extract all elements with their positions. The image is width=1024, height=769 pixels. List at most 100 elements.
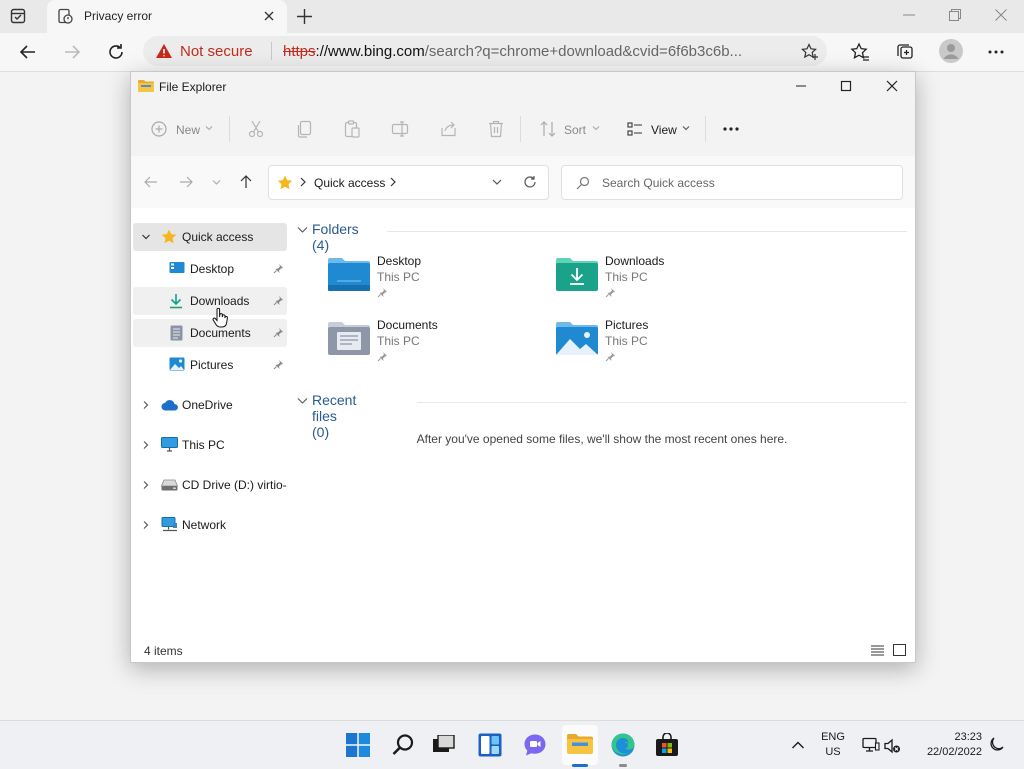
group-collapse-chevron-icon[interactable] bbox=[297, 397, 308, 405]
view-list-icon[interactable] bbox=[627, 121, 643, 137]
sidebar-item-network[interactable]: Network bbox=[133, 511, 287, 539]
file-explorer-taskbar-icon[interactable] bbox=[567, 733, 593, 755]
expand-chevron-icon[interactable] bbox=[141, 440, 151, 450]
close-window-icon[interactable] bbox=[994, 8, 1008, 22]
explorer-back-icon[interactable] bbox=[144, 175, 158, 189]
explorer-forward-icon[interactable] bbox=[179, 175, 193, 189]
volume-muted-icon[interactable] bbox=[884, 738, 900, 754]
url-text[interactable]: https://www.bing.com/search?q=chrome+dow… bbox=[283, 43, 788, 60]
sidebar-item-pictures[interactable]: Pictures bbox=[133, 351, 287, 379]
pin-icon[interactable] bbox=[273, 295, 284, 306]
folder-tile-documents[interactable]: Documents This PC bbox=[327, 318, 547, 374]
new-plus-icon[interactable] bbox=[151, 121, 167, 137]
delete-icon[interactable] bbox=[488, 120, 504, 138]
search-icon[interactable] bbox=[391, 733, 415, 757]
explorer-minimize-icon[interactable] bbox=[795, 80, 807, 92]
location-bar[interactable]: Quick access bbox=[268, 165, 549, 200]
status-bar: 4 items bbox=[131, 638, 915, 662]
collections-icon[interactable] bbox=[895, 42, 915, 62]
sidebar-item-label: Documents bbox=[190, 326, 251, 340]
sort-dropdown-chevron-icon[interactable] bbox=[592, 124, 600, 132]
sidebar-item-onedrive[interactable]: OneDrive bbox=[133, 391, 287, 419]
sort-button-label[interactable]: Sort bbox=[564, 123, 586, 137]
copy-icon[interactable] bbox=[297, 120, 313, 138]
task-view-icon[interactable] bbox=[433, 735, 455, 755]
restore-window-icon[interactable] bbox=[948, 8, 962, 22]
explorer-close-icon[interactable] bbox=[886, 80, 898, 92]
recent-locations-chevron-icon[interactable] bbox=[212, 178, 221, 186]
view-dropdown-chevron-icon[interactable] bbox=[682, 124, 690, 132]
pin-icon[interactable] bbox=[273, 263, 284, 274]
breadcrumb-chevron-icon[interactable] bbox=[299, 176, 307, 188]
reload-icon[interactable] bbox=[106, 42, 126, 62]
not-secure-label[interactable]: Not secure bbox=[180, 43, 253, 60]
collapse-chevron-icon[interactable] bbox=[141, 232, 151, 242]
folder-tile-downloads[interactable]: Downloads This PC bbox=[555, 254, 775, 310]
up-arrow-icon[interactable] bbox=[239, 175, 253, 189]
sidebar-item-downloads[interactable]: Downloads bbox=[133, 287, 287, 315]
forward-arrow-icon[interactable] bbox=[62, 42, 82, 62]
browser-tab-active[interactable]: Privacy error bbox=[47, 0, 287, 33]
tab-actions-icon[interactable] bbox=[10, 8, 28, 26]
explorer-title-bar[interactable]: File Explorer bbox=[131, 72, 915, 102]
command-bar: New Sort View bbox=[131, 102, 915, 157]
more-commands-icon[interactable] bbox=[722, 126, 740, 132]
system-clock[interactable]: 23:23 22/02/2022 bbox=[912, 730, 982, 760]
warning-icon[interactable] bbox=[155, 43, 173, 59]
new-dropdown-chevron-icon[interactable] bbox=[205, 124, 213, 132]
refresh-icon[interactable] bbox=[523, 175, 537, 189]
url-scheme: https bbox=[283, 43, 316, 60]
folder-name: Downloads bbox=[605, 254, 665, 268]
search-box[interactable]: Search Quick access bbox=[561, 165, 903, 200]
sidebar-item-cd-drive[interactable]: CD Drive (D:) virtio- bbox=[133, 471, 287, 499]
sidebar-item-documents[interactable]: Documents bbox=[133, 319, 287, 347]
explorer-maximize-icon[interactable] bbox=[840, 80, 852, 92]
folders-group-title: Folders (4) bbox=[312, 221, 359, 253]
new-button-label[interactable]: New bbox=[176, 123, 200, 137]
notifications-moon-icon[interactable] bbox=[989, 736, 1005, 752]
cut-icon[interactable] bbox=[248, 120, 264, 138]
details-view-icon[interactable] bbox=[871, 645, 884, 656]
address-bar[interactable]: Not secure https://www.bing.com/search?q… bbox=[143, 36, 827, 66]
input-language-indicator[interactable]: ENG US bbox=[818, 730, 848, 760]
breadcrumb-chevron-icon[interactable] bbox=[389, 176, 397, 188]
new-tab-icon[interactable] bbox=[296, 8, 313, 25]
sidebar-item-quick-access[interactable]: Quick access bbox=[133, 223, 287, 251]
close-tab-icon[interactable] bbox=[263, 10, 275, 22]
folder-location: This PC bbox=[605, 334, 648, 348]
widgets-icon[interactable] bbox=[478, 733, 502, 757]
profile-avatar-icon[interactable] bbox=[939, 39, 963, 63]
favorites-icon[interactable] bbox=[850, 42, 870, 62]
expand-chevron-icon[interactable] bbox=[141, 400, 151, 410]
expand-chevron-icon[interactable] bbox=[141, 480, 151, 490]
network-status-icon[interactable] bbox=[862, 737, 880, 753]
sidebar-item-desktop[interactable]: Desktop bbox=[133, 255, 287, 283]
breadcrumb-quick-access[interactable]: Quick access bbox=[314, 176, 385, 190]
start-windows-icon[interactable] bbox=[346, 733, 370, 757]
add-favorite-icon[interactable] bbox=[801, 43, 819, 61]
downloads-folder-icon bbox=[555, 254, 599, 294]
navigation-pane: Quick access Desktop Downloads Documents… bbox=[131, 209, 291, 629]
sort-icon[interactable] bbox=[539, 120, 557, 138]
pin-icon[interactable] bbox=[273, 359, 284, 370]
chat-icon[interactable] bbox=[523, 733, 547, 757]
address-history-chevron-icon[interactable] bbox=[491, 176, 503, 188]
paste-icon[interactable] bbox=[344, 120, 360, 138]
group-collapse-chevron-icon[interactable] bbox=[297, 226, 308, 234]
back-arrow-icon[interactable] bbox=[18, 42, 38, 62]
sidebar-item-this-pc[interactable]: This PC bbox=[133, 431, 287, 459]
share-icon[interactable] bbox=[440, 120, 458, 138]
folder-tile-desktop[interactable]: Desktop This PC bbox=[327, 254, 547, 310]
edge-browser-icon[interactable] bbox=[611, 733, 635, 757]
expand-chevron-icon[interactable] bbox=[141, 520, 151, 530]
more-options-icon[interactable] bbox=[987, 42, 1005, 62]
show-hidden-icons-chevron-icon[interactable] bbox=[791, 740, 805, 750]
large-icons-view-icon[interactable] bbox=[893, 644, 906, 656]
pin-icon[interactable] bbox=[273, 327, 284, 338]
minimize-window-icon[interactable] bbox=[902, 8, 916, 22]
url-domain: ://www.bing.com bbox=[315, 43, 425, 60]
folder-tile-pictures[interactable]: Pictures This PC bbox=[555, 318, 775, 374]
store-icon[interactable] bbox=[655, 733, 679, 757]
view-button-label[interactable]: View bbox=[651, 123, 677, 137]
rename-icon[interactable] bbox=[391, 120, 409, 138]
